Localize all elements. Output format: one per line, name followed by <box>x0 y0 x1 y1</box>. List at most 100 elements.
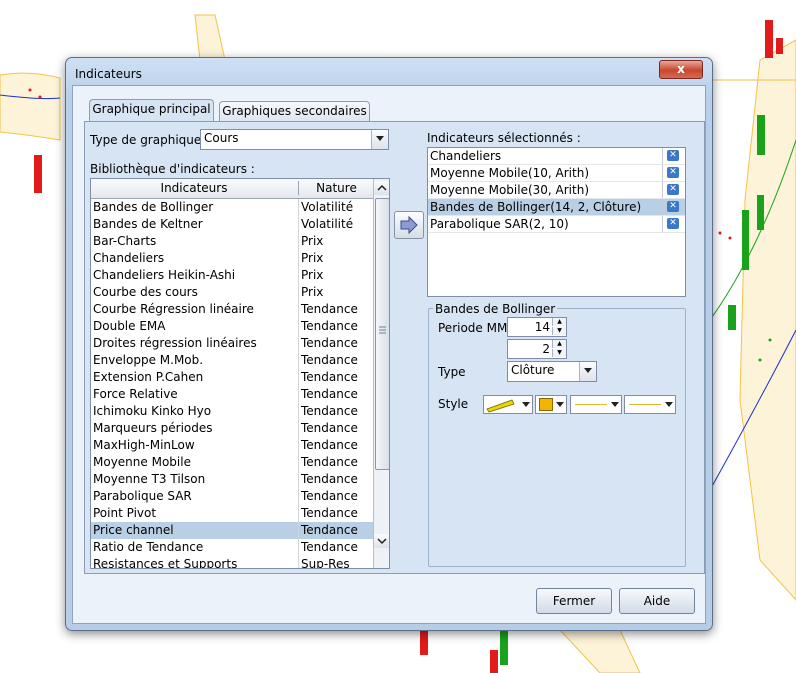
indicator-nature-cell: Tendance <box>298 522 371 539</box>
divider <box>662 199 663 215</box>
tab-secondary-charts[interactable]: Graphiques secondaires <box>219 101 370 121</box>
indicator-name-cell: Ichimoku Kinko Hyo <box>93 404 212 418</box>
column-header-indicators[interactable]: Indicateurs <box>91 181 297 195</box>
remove-icon[interactable]: ✕ <box>667 150 679 161</box>
table-row[interactable]: Force Relative Tendance <box>91 386 373 403</box>
list-item[interactable]: Parabolique SAR(2, 10) ✕ <box>428 216 685 233</box>
indicator-nature-cell: Tendance <box>298 386 371 403</box>
add-indicator-button[interactable] <box>394 211 424 239</box>
indicator-nature-cell: Tendance <box>298 420 371 437</box>
tab-main-chart[interactable]: Graphique principal <box>89 99 214 121</box>
list-item[interactable]: Moyenne Mobile(30, Arith) ✕ <box>428 182 685 199</box>
table-row[interactable]: Chandeliers Prix <box>91 250 373 267</box>
table-row[interactable]: Ichimoku Kinko Hyo Tendance <box>91 403 373 420</box>
lower-line-style-button[interactable] <box>624 395 676 414</box>
color-swatch-icon <box>539 398 553 411</box>
table-row[interactable]: Bandes de Keltner Volatilité <box>91 216 373 233</box>
chart-type-select[interactable]: Cours <box>200 129 389 150</box>
close-window-button[interactable]: x <box>659 60 703 79</box>
table-scrollbar[interactable] <box>373 179 389 568</box>
table-row[interactable]: Parabolique SAR Tendance <box>91 488 373 505</box>
table-row[interactable]: Droites régression linéaires Tendance <box>91 335 373 352</box>
table-row[interactable]: Courbe Régression linéaire Tendance <box>91 301 373 318</box>
remove-icon[interactable]: ✕ <box>667 184 679 195</box>
indicator-name-cell: Resistances et Supports <box>93 557 238 569</box>
price-type-select[interactable]: Clôture <box>507 361 597 382</box>
selected-indicators-list: Chandeliers ✕ Moyenne Mobile(10, Arith) ✕ Mo… <box>427 147 686 297</box>
period-label: Periode MM <box>438 321 508 335</box>
table-row[interactable]: Enveloppe M.Mob. Tendance <box>91 352 373 369</box>
type-label: Type <box>438 365 466 379</box>
indicator-nature-cell: Prix <box>298 284 371 301</box>
remove-icon[interactable]: ✕ <box>667 201 679 212</box>
line-style-button[interactable] <box>483 395 533 414</box>
indicator-name-cell: Enveloppe M.Mob. <box>93 353 204 367</box>
table-row[interactable]: Resistances et Supports Sup-Res <box>91 556 373 569</box>
list-item[interactable]: Moyenne Mobile(10, Arith) ✕ <box>428 165 685 182</box>
scrollbar-thumb[interactable] <box>375 198 389 470</box>
indicator-name-cell: Extension P.Cahen <box>93 370 204 384</box>
table-row[interactable]: Ratio de Tendance Tendance <box>91 539 373 556</box>
divider <box>662 182 663 198</box>
indicator-nature-cell: Tendance <box>298 488 371 505</box>
selected-indicator-label: Moyenne Mobile(10, Arith) <box>430 166 589 180</box>
indicator-nature-cell: Tendance <box>298 471 371 488</box>
column-header-nature[interactable]: Nature <box>298 181 374 195</box>
deviation-stepper[interactable]: 2 ▲ ▼ <box>507 339 567 359</box>
indicator-name-cell: Moyenne T3 Tilson <box>93 472 206 486</box>
chart-type-label: Type de graphique <box>90 133 202 147</box>
table-row[interactable]: Bandes de Bollinger Volatilité <box>91 199 373 216</box>
scroll-down-button[interactable] <box>374 534 389 548</box>
table-row[interactable]: Moyenne Mobile Tendance <box>91 454 373 471</box>
period-value: 14 <box>534 320 550 334</box>
list-item[interactable]: Chandeliers ✕ <box>428 148 685 165</box>
divider <box>662 148 663 164</box>
close-button[interactable]: Fermer <box>536 588 612 614</box>
table-body: Bandes de Bollinger Volatilité Bandes de K… <box>91 199 373 569</box>
indicator-name-cell: MaxHigh-MinLow <box>93 438 195 452</box>
table-row[interactable]: Marqueurs périodes Tendance <box>91 420 373 437</box>
selected-indicator-label: Parabolique SAR(2, 10) <box>430 217 569 231</box>
table-row[interactable]: Double EMA Tendance <box>91 318 373 335</box>
indicator-name-cell: Courbe Régression linéaire <box>93 302 254 316</box>
indicator-library-table: Indicateurs Nature Bandes de Bollinger Vo… <box>90 178 390 569</box>
library-label: Bibliothèque d'indicateurs : <box>90 162 255 176</box>
indicator-nature-cell: Sup-Res <box>298 556 371 568</box>
chart-type-value: Cours <box>204 131 239 145</box>
fill-color-button[interactable] <box>535 395 567 414</box>
table-row[interactable]: Price channel Tendance <box>91 522 373 539</box>
increment-icon[interactable]: ▲ <box>552 318 566 326</box>
table-row[interactable]: MaxHigh-MinLow Tendance <box>91 437 373 454</box>
divider <box>662 165 663 181</box>
indicator-name-cell: Parabolique SAR <box>93 489 192 503</box>
table-row[interactable]: Bar-Charts Prix <box>91 233 373 250</box>
list-item[interactable]: Bandes de Bollinger(14, 2, Clôture) ✕ <box>428 199 685 216</box>
scroll-up-button[interactable] <box>374 181 389 195</box>
remove-icon[interactable]: ✕ <box>667 167 679 178</box>
indicator-name-cell: Chandeliers Heikin-Ashi <box>93 268 236 282</box>
table-row[interactable]: Courbe des cours Prix <box>91 284 373 301</box>
indicators-dialog: Indicateurs x Graphique principal Graphi… <box>65 57 713 631</box>
chevron-down-icon <box>522 402 530 407</box>
indicator-nature-cell: Tendance <box>298 335 371 352</box>
selected-indicator-label: Moyenne Mobile(30, Arith) <box>430 183 589 197</box>
indicator-name-cell: Chandeliers <box>93 251 165 265</box>
indicator-nature-cell: Tendance <box>298 454 371 471</box>
help-button[interactable]: Aide <box>619 588 695 614</box>
indicator-nature-cell: Volatilité <box>298 216 371 233</box>
table-row[interactable]: Moyenne T3 Tilson Tendance <box>91 471 373 488</box>
table-row[interactable]: Extension P.Cahen Tendance <box>91 369 373 386</box>
deviation-value: 2 <box>542 342 550 356</box>
decrement-icon[interactable]: ▼ <box>552 349 566 357</box>
decrement-icon[interactable]: ▼ <box>552 327 566 335</box>
upper-line-style-button[interactable] <box>570 395 622 414</box>
period-stepper[interactable]: 14 ▲ ▼ <box>507 317 567 337</box>
indicator-name-cell: Bandes de Bollinger <box>93 200 214 214</box>
table-row[interactable]: Chandeliers Heikin-Ashi Prix <box>91 267 373 284</box>
increment-icon[interactable]: ▲ <box>552 340 566 348</box>
style-label: Style <box>438 397 469 411</box>
indicator-name-cell: Moyenne Mobile <box>93 455 191 469</box>
chevron-down-icon <box>665 402 673 407</box>
table-row[interactable]: Point Pivot Tendance <box>91 505 373 522</box>
remove-icon[interactable]: ✕ <box>667 218 679 229</box>
